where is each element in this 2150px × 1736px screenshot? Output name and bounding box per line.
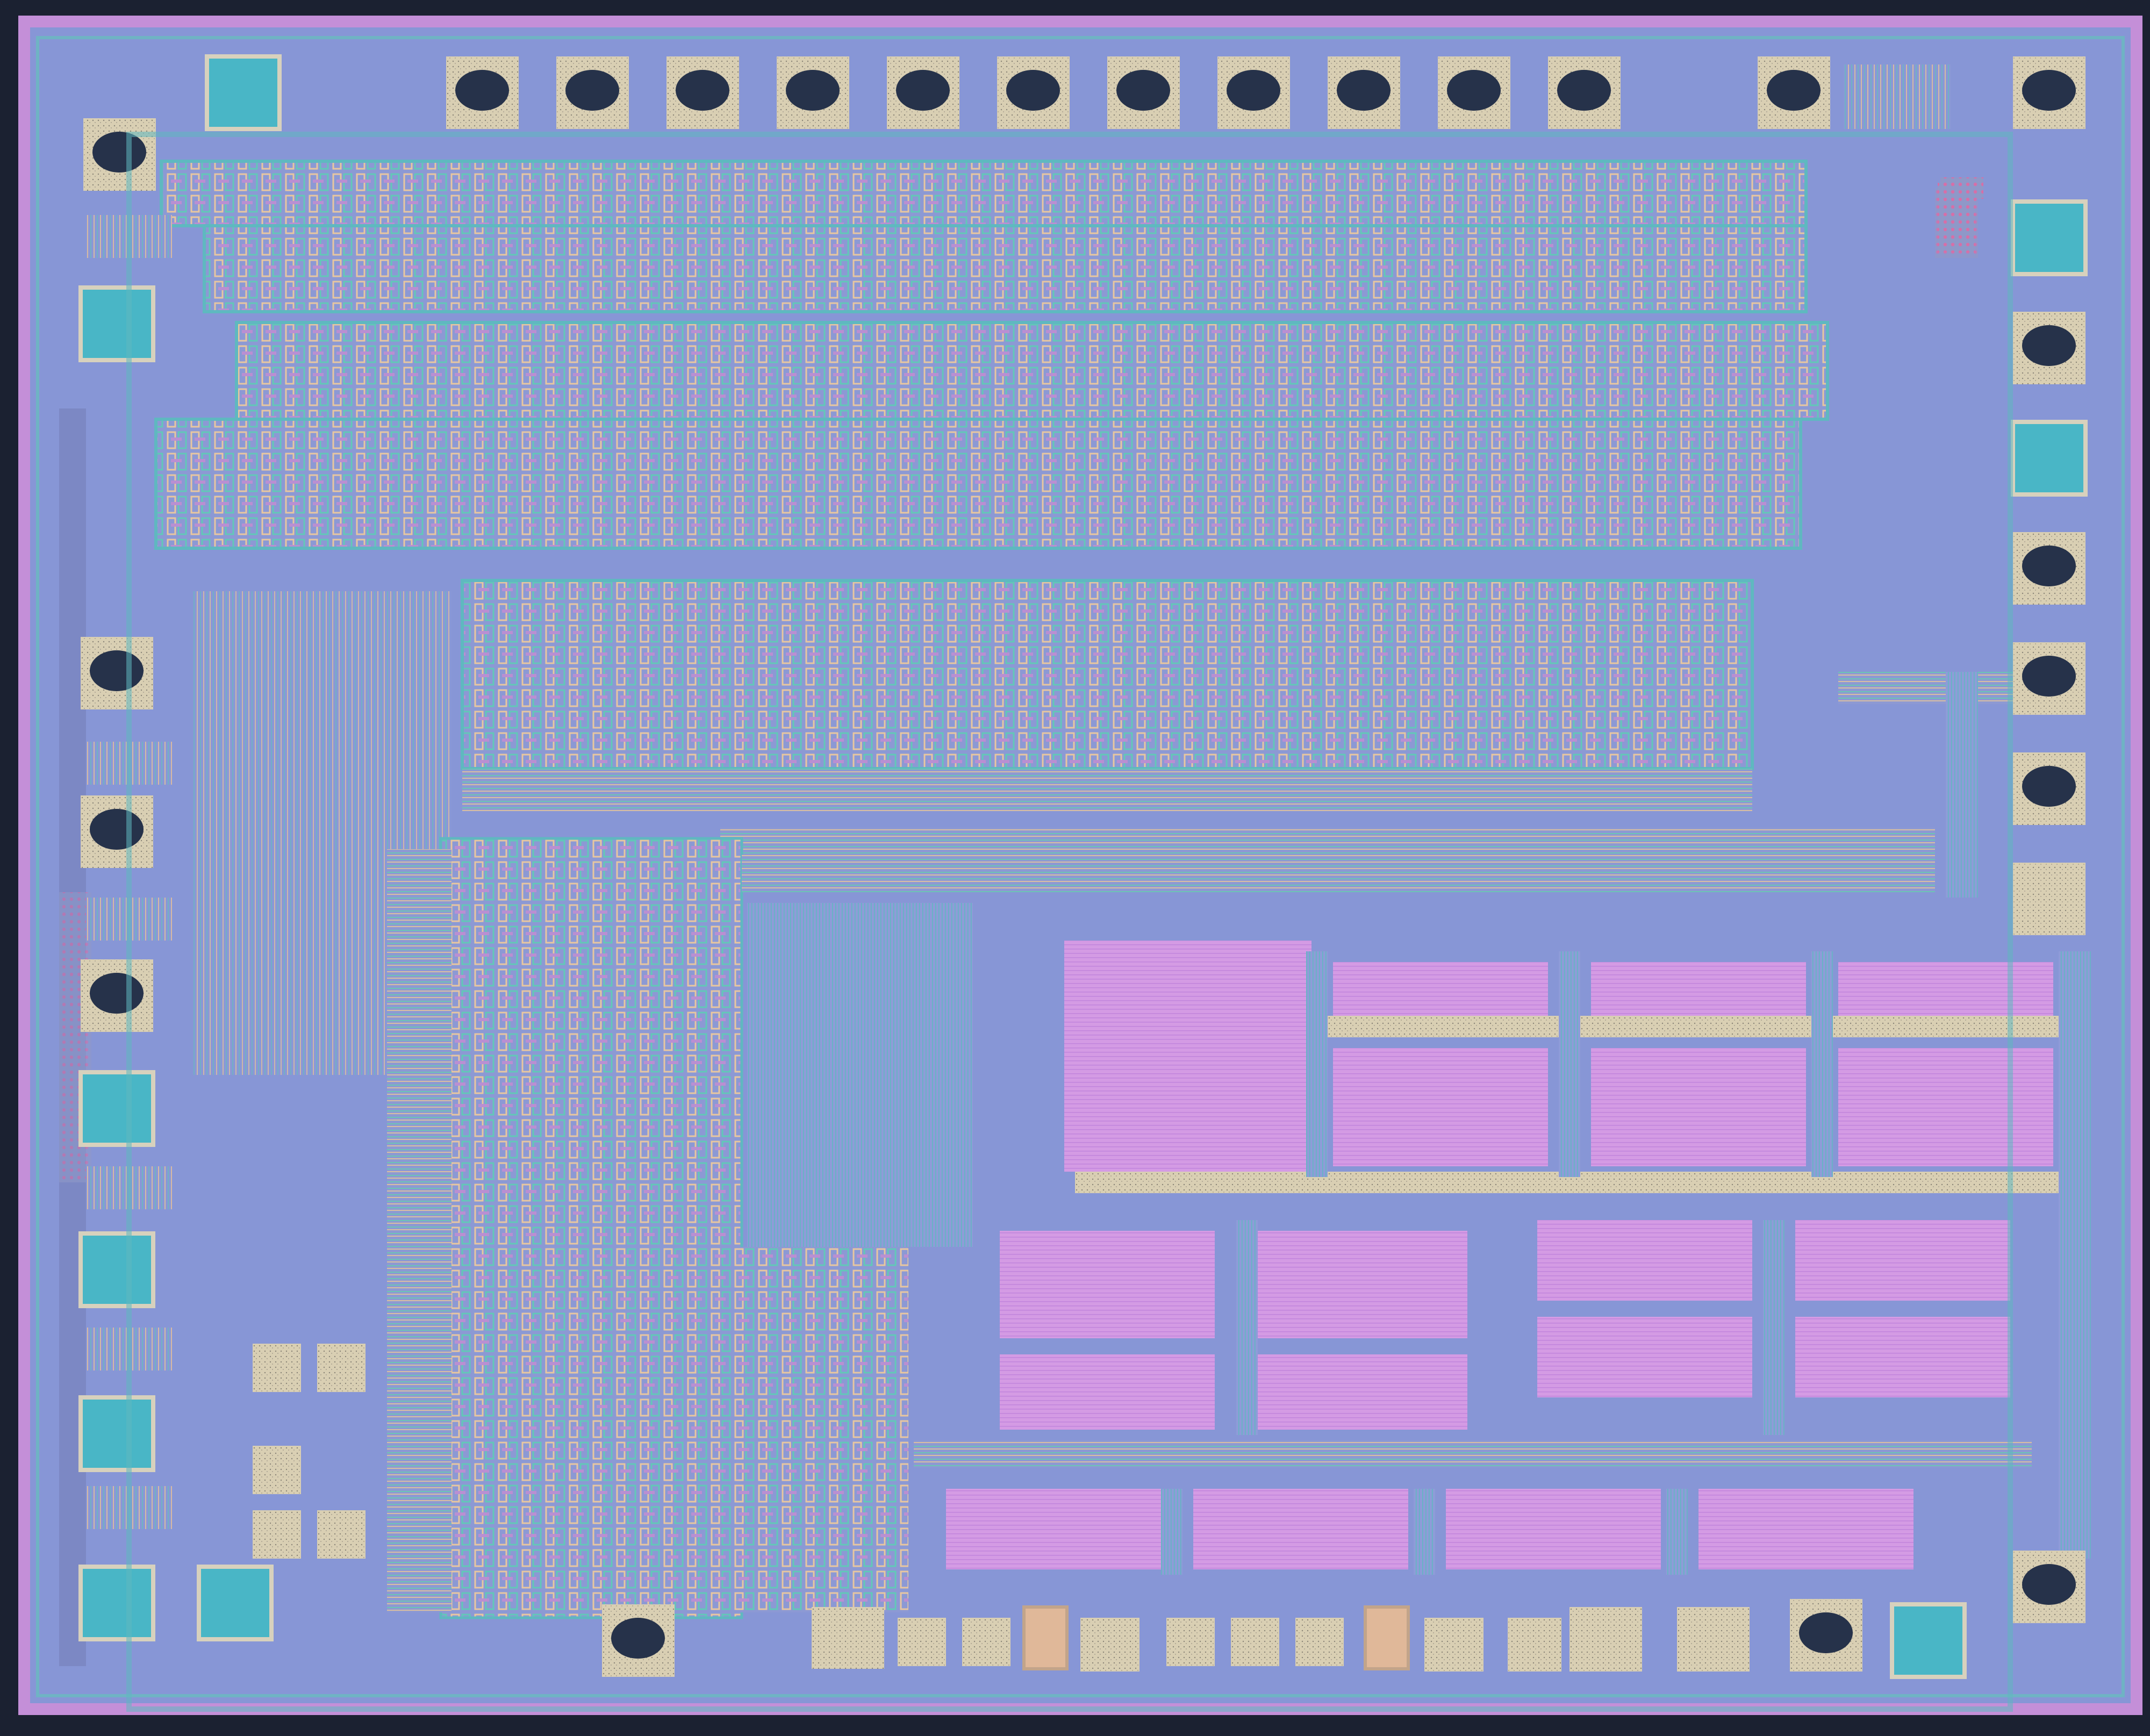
die-photo [0, 0, 2150, 1736]
die-drawing [0, 0, 2150, 1736]
top-pad-row [205, 54, 2086, 131]
